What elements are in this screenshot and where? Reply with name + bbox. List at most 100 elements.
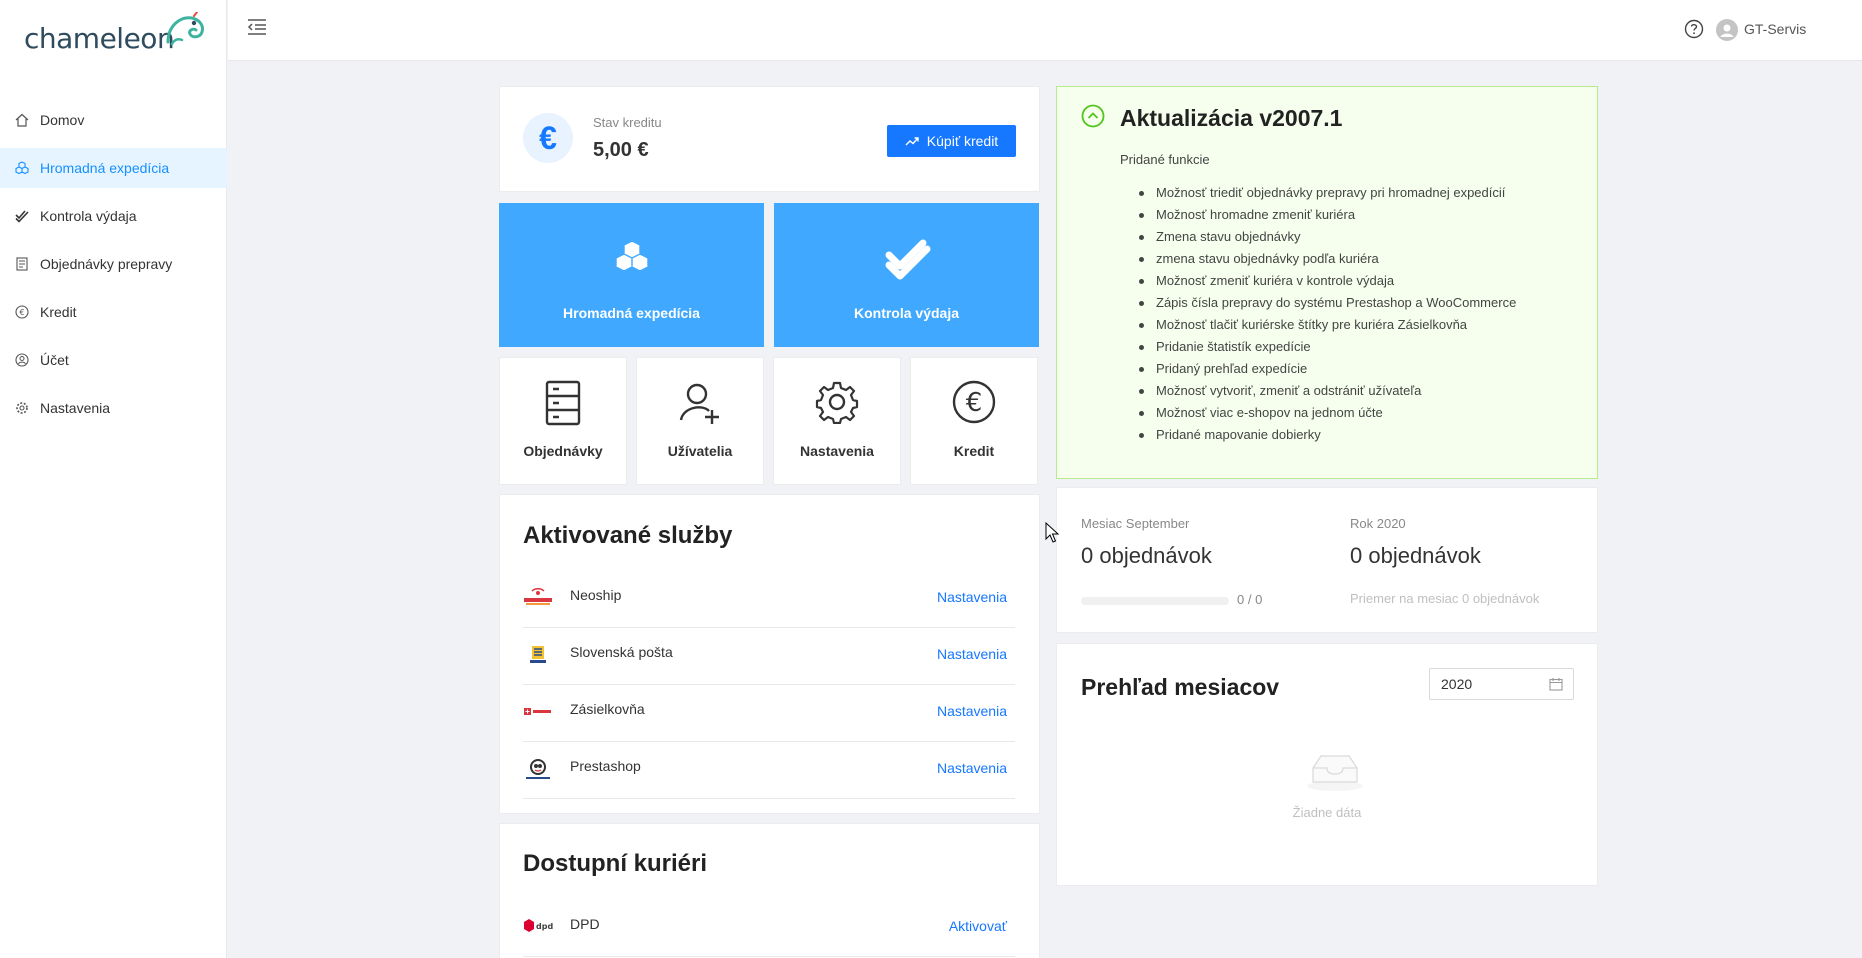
tile-label: Hromadná expedícia: [563, 305, 700, 321]
neoship-logo-icon: [524, 588, 552, 605]
top-header: GT-Servis: [228, 0, 1862, 61]
calendar-icon: [1549, 678, 1563, 691]
tile-objednavky[interactable]: Objednávky: [499, 357, 627, 485]
sidebar-item-label: Domov: [40, 112, 85, 128]
euro-icon: €: [523, 113, 573, 163]
help-icon[interactable]: [1684, 19, 1704, 39]
service-settings-link[interactable]: Nastavenia: [937, 589, 1007, 605]
menu-fold-icon[interactable]: [246, 16, 268, 38]
tile-kredit[interactable]: € Kredit: [910, 357, 1038, 485]
sidebar-item-label: Objednávky prepravy: [40, 256, 173, 272]
boxes-icon: [614, 240, 649, 272]
svg-text:€: €: [19, 308, 24, 317]
gear-icon: [815, 381, 859, 424]
couriers-card: Dostupní kuriéri dpd DPD Aktivovať: [499, 823, 1040, 958]
courier-row: dpd DPD Aktivovať: [523, 900, 1015, 957]
month-progress-text: 0 / 0: [1237, 592, 1263, 607]
slovenska-posta-logo-icon: [530, 646, 546, 663]
list-item: Pridaný prehľad expedície: [1139, 359, 1516, 381]
sidebar-item-label: Kredit: [40, 304, 77, 320]
sidebar-item-kredit[interactable]: € Kredit: [0, 292, 227, 332]
mouse-cursor-icon: [1045, 522, 1059, 543]
avatar[interactable]: [1716, 19, 1738, 41]
year-picker[interactable]: 2020: [1429, 668, 1574, 700]
double-check-icon: [14, 208, 30, 224]
update-card: Aktualizácia v2007.1 Pridané funkcie Mož…: [1056, 86, 1598, 479]
sidebar-item-domov[interactable]: Domov: [0, 100, 227, 140]
courier-name: DPD: [570, 916, 600, 932]
service-settings-link[interactable]: Nastavenia: [937, 646, 1007, 662]
tile-hromadna-expedicia[interactable]: Hromadná expedícia: [499, 203, 764, 347]
tile-nastavenia[interactable]: Nastavenia: [773, 357, 901, 485]
user-icon: [14, 352, 30, 368]
service-row: Slovenská pošta Nastavenia: [523, 628, 1015, 685]
list-item: Možnosť hromadne zmeniť kuriéra: [1139, 205, 1516, 227]
list-item: Možnosť viac e-shopov na jednom účte: [1139, 403, 1516, 425]
service-settings-link[interactable]: Nastavenia: [937, 703, 1007, 719]
tile-uzivatelia[interactable]: Užívatelia: [636, 357, 764, 485]
buy-credit-button[interactable]: Kúpiť kredit: [887, 125, 1016, 157]
sidebar-item-ucet[interactable]: Účet: [0, 340, 227, 380]
stats-card: Mesiac September 0 objednávok 0 / 0 Rok …: [1056, 487, 1598, 633]
tile-label: Objednávky: [523, 443, 603, 459]
sidebar-item-hromadna-expedicia[interactable]: Hromadná expedícia: [0, 148, 227, 188]
year-average-note: Priemer na mesiac 0 objednávok: [1350, 591, 1540, 606]
username[interactable]: GT-Servis: [1744, 21, 1806, 37]
tile-label: Užívatelia: [667, 443, 733, 459]
update-feature-list: Možnosť triediť objednávky prepravy pri …: [1139, 183, 1516, 447]
update-title: Aktualizácia v2007.1: [1120, 105, 1343, 131]
sidebar-item-label: Kontrola výdaja: [40, 208, 137, 224]
sidebar-item-nastavenia[interactable]: Nastavenia: [0, 388, 227, 428]
sidebar-nav: Domov Hromadná expedícia Kontrola výdaja…: [0, 100, 227, 436]
list-item: Možnosť vytvoriť, zmeniť a odstrániť uží…: [1139, 381, 1516, 403]
tile-label: Kontrola výdaja: [853, 305, 960, 321]
sidebar-item-label: Účet: [40, 352, 69, 368]
user-add-icon: [679, 383, 719, 424]
sidebar-item-kontrola-vydaja[interactable]: Kontrola výdaja: [0, 196, 227, 236]
year-label: Rok 2020: [1350, 516, 1406, 531]
list-item: Možnosť triediť objednávky prepravy pri …: [1139, 183, 1516, 205]
service-row: Prestashop Nastavenia: [523, 742, 1015, 799]
month-label: Mesiac September: [1081, 516, 1190, 531]
list-item: Zápis čísla prepravy do systému Prestash…: [1139, 293, 1516, 315]
list-item: Pridané mapovanie dobierky: [1139, 425, 1516, 447]
services-card: Aktivované služby Neoship Nastavenia Slo…: [499, 494, 1040, 814]
service-name: Prestashop: [570, 758, 641, 774]
empty-text: Žiadne dáta: [1292, 805, 1362, 820]
months-title: Prehľad mesiacov: [1081, 674, 1280, 700]
prestashop-logo-icon: [526, 759, 550, 779]
sidebar: chameleon Domov Hromadná expedícia Kontr…: [0, 0, 227, 958]
list-item: zmena stavu objednávky podľa kuriéra: [1139, 249, 1516, 271]
chevron-up-circle-icon[interactable]: [1081, 104, 1105, 128]
service-name: Zásielkovňa: [570, 701, 645, 717]
svg-text:€: €: [966, 388, 983, 418]
list-item: Možnosť tlačiť kuriérske štítky pre kuri…: [1139, 315, 1516, 337]
update-subtitle: Pridané funkcie: [1120, 152, 1210, 167]
courier-activate-link[interactable]: Aktivovať: [949, 918, 1007, 934]
year-picker-value: 2020: [1441, 676, 1473, 692]
list-item: Zmena stavu objednávky: [1139, 227, 1516, 249]
service-name: Slovenská pošta: [570, 644, 673, 660]
service-row: Zásielkovňa Nastavenia: [523, 685, 1015, 742]
tile-label: Nastavenia: [800, 443, 874, 459]
gear-icon: [14, 400, 30, 416]
logo-text: chameleon: [24, 22, 175, 55]
double-check-icon: [885, 239, 930, 280]
sidebar-item-objednavky-prepravy[interactable]: Objednávky prepravy: [0, 244, 227, 284]
tile-label: Kredit: [953, 443, 995, 459]
empty-inbox-icon: [1307, 755, 1363, 791]
euro-icon: €: [952, 380, 996, 424]
svg-text:dpd: dpd: [536, 922, 553, 931]
home-icon: [14, 112, 30, 128]
services-title: Aktivované služby: [523, 522, 733, 549]
list-item: Pridanie štatistík expedície: [1139, 337, 1516, 359]
logo[interactable]: chameleon: [24, 12, 204, 55]
trend-up-icon: [905, 137, 919, 146]
zasielkovna-logo-icon: [524, 708, 551, 715]
service-settings-link[interactable]: Nastavenia: [937, 760, 1007, 776]
chameleon-logo-icon: [166, 12, 204, 46]
credit-value: 5,00 €: [593, 139, 649, 161]
tile-kontrola-vydaja[interactable]: Kontrola výdaja: [774, 203, 1039, 347]
server-icon: [545, 380, 581, 426]
sidebar-item-label: Hromadná expedícia: [40, 160, 170, 176]
